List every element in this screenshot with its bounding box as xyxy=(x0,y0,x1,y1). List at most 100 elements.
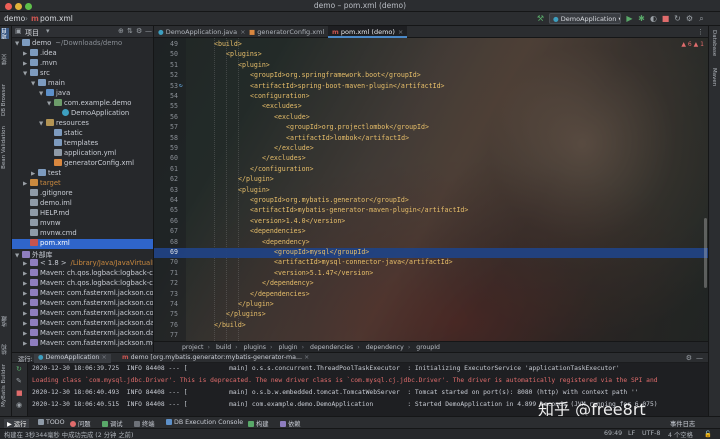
tree-item[interactable]: ▼ com.example.demo xyxy=(12,99,153,109)
code-editor[interactable]: 49 <build> 50 <plugins> 51 <plugin> 52 <groupId… xyxy=(154,38,708,341)
code-line[interactable]: 59 </exclude> xyxy=(154,144,708,154)
tool-window-build[interactable]: 构建 xyxy=(248,419,269,428)
coverage-icon[interactable]: ◐ xyxy=(648,13,659,24)
tool-tab-database[interactable]: Database xyxy=(711,30,717,56)
breadcrumb-item[interactable]: dependency xyxy=(366,344,404,351)
tab-generator-config[interactable]: ■ generatorConfig.xml× xyxy=(245,26,337,38)
tree-item[interactable]: ▶ test xyxy=(12,169,153,179)
tree-item[interactable]: ▶ Maven: com.fasterxml.jackson.datatyp xyxy=(12,329,153,339)
chevron-right-icon[interactable]: ▶ xyxy=(23,331,30,337)
locate-icon[interactable]: ⊕ xyxy=(118,27,124,35)
tab-demo-application[interactable]: ● DemoApplication.java × xyxy=(154,26,250,38)
tree-item[interactable]: DemoApplication xyxy=(12,109,153,119)
tree-item[interactable]: ▶ .mvn xyxy=(12,59,153,69)
debug-icon[interactable]: ✱ xyxy=(636,13,647,24)
tool-window-todo[interactable]: TODO xyxy=(38,419,65,426)
tool-tab-mybatis-builder[interactable]: MyBatis Builder xyxy=(1,364,7,407)
chevron-right-icon[interactable]: ▶ xyxy=(23,311,30,317)
tool-window-problems[interactable]: 问题 xyxy=(70,419,91,428)
wrench-icon[interactable]: ✎ xyxy=(16,377,22,385)
tree-item[interactable]: application.yml xyxy=(12,149,153,159)
file-encoding[interactable]: UTF-8 xyxy=(642,430,660,437)
code-line[interactable]: 63 <plugin> xyxy=(154,186,708,196)
code-line[interactable]: 65 <artifactId>mybatis-generator-maven-pl… xyxy=(154,206,708,216)
chevron-right-icon[interactable]: ▶ xyxy=(23,271,30,277)
tool-window-terminal[interactable]: 终端 xyxy=(134,419,155,428)
indent-setting[interactable]: 4 个空格 xyxy=(668,430,693,439)
code-line[interactable]: 70 <artifactId>mysql-connector-java</arti… xyxy=(154,258,708,268)
tree-item[interactable]: ▶ Maven: com.fasterxml.jackson.modul xyxy=(12,339,153,349)
breadcrumb-item[interactable]: project xyxy=(182,344,203,351)
code-line[interactable]: 50 <plugins> xyxy=(154,50,708,60)
chevron-right-icon[interactable]: ▶ xyxy=(31,171,38,177)
tree-item[interactable]: ▶ < 1.8 >/Library/Java/JavaVirtualMa xyxy=(12,259,153,269)
close-icon[interactable]: × xyxy=(304,354,309,361)
spring-boot-gutter-icon[interactable]: ↻ xyxy=(179,82,183,89)
tool-window-db-console[interactable]: DB Execution Console xyxy=(166,419,243,426)
line-separator[interactable]: LF xyxy=(628,430,635,437)
code-line[interactable]: 54 <configuration> xyxy=(154,92,708,102)
search-icon[interactable]: ⌕ xyxy=(696,13,707,24)
tree-item[interactable]: generatorConfig.xml xyxy=(12,159,153,169)
chevron-down-icon[interactable]: ▼ xyxy=(15,41,22,47)
code-line[interactable]: 72 </dependency> xyxy=(154,279,708,289)
chevron-down-icon[interactable]: ▾ xyxy=(46,27,50,35)
code-line[interactable]: 55 <excludes> xyxy=(154,102,708,112)
rerun-icon[interactable]: ↻ xyxy=(16,365,22,373)
chevron-down-icon[interactable]: ▼ xyxy=(39,91,46,97)
breadcrumb-item[interactable]: dependencies xyxy=(310,344,353,351)
tool-tab-structure[interactable]: 结构 xyxy=(1,344,9,355)
tree-item[interactable]: templates xyxy=(12,139,153,149)
breadcrumb-item[interactable]: build xyxy=(216,344,231,351)
code-line[interactable]: 53 ↻ <artifactId>spring-boot-maven-plugin<… xyxy=(154,82,708,92)
camera-icon[interactable]: ◉ xyxy=(16,401,22,409)
tab-pom-xml[interactable]: m pom.xml (demo) × xyxy=(328,26,408,38)
chevron-down-icon[interactable]: ▼ xyxy=(23,71,30,77)
tree-item[interactable]: ▼ src xyxy=(12,69,153,79)
tool-tab-commit[interactable]: 提交 xyxy=(1,54,9,65)
code-line[interactable]: 67 <dependencies> xyxy=(154,227,708,237)
tree-item[interactable]: mvnw xyxy=(12,219,153,229)
tree-item[interactable]: pom.xml xyxy=(12,239,153,249)
tree-item[interactable]: ▶ Maven: com.fasterxml.jackson.core:ja xyxy=(12,299,153,309)
nav-crumb-project[interactable]: demo xyxy=(4,14,25,23)
chevron-down-icon[interactable]: ▼ xyxy=(39,121,46,127)
code-line[interactable]: 56 <exclude> xyxy=(154,113,708,123)
build-hammer-icon[interactable]: ⚒ xyxy=(535,13,546,24)
code-line[interactable]: 66 <version>1.4.0</version> xyxy=(154,217,708,227)
code-line[interactable]: 77 xyxy=(154,331,708,341)
tool-tab-project[interactable]: 项目 xyxy=(1,28,9,39)
chevron-right-icon[interactable]: ▶ xyxy=(23,321,30,327)
code-line[interactable]: 73 </dependencies> xyxy=(154,290,708,300)
tree-item[interactable]: ▶ .idea xyxy=(12,49,153,59)
chevron-down-icon[interactable]: ▼ xyxy=(31,81,38,87)
run-configuration-select[interactable]: ● DemoApplication ▾ xyxy=(549,13,621,24)
run-icon[interactable]: ▶ xyxy=(624,13,635,24)
tool-window-event-log[interactable]: 事件日志 xyxy=(670,419,695,428)
tree-item[interactable]: static xyxy=(12,129,153,139)
chevron-right-icon[interactable]: ▶ xyxy=(23,291,30,297)
reload-icon[interactable]: ↻ xyxy=(672,13,683,24)
chevron-right-icon[interactable]: ▶ xyxy=(23,261,30,267)
tree-item[interactable]: ▶ Maven: com.fasterxml.jackson.core:ja xyxy=(12,309,153,319)
status-message[interactable]: 构建在 3秒344毫秒 中成功完成 (2 分钟 之前) xyxy=(4,430,133,439)
chevron-right-icon[interactable]: ▶ xyxy=(23,181,30,187)
problems-badge[interactable]: ▲ 6 ▲ 1 xyxy=(681,41,704,48)
code-line[interactable]: 64 <groupId>org.mybatis.generator</groupI… xyxy=(154,196,708,206)
close-icon[interactable]: × xyxy=(101,354,106,361)
tree-item[interactable]: ▶ Maven: com.fasterxml.jackson.datatyp xyxy=(12,319,153,329)
code-line[interactable]: 49 <build> xyxy=(154,40,708,50)
hide-icon[interactable]: — xyxy=(696,354,703,362)
breadcrumb-item[interactable]: plugin xyxy=(278,344,297,351)
code-line-current[interactable]: 69 <groupId>mysql</groupId> xyxy=(154,248,708,259)
tool-window-run[interactable]: ▶ 运行 xyxy=(4,419,30,428)
chevron-down-icon[interactable]: ▼ xyxy=(47,101,54,107)
code-line[interactable]: 57 <groupId>org.projectlombok</groupId> xyxy=(154,123,708,133)
tree-item[interactable]: ▼ java xyxy=(12,89,153,99)
run-tab-demo-application[interactable]: ● DemoApplication × xyxy=(34,354,111,363)
hide-icon[interactable]: — xyxy=(145,27,152,35)
tree-item[interactable]: ▶ Maven: ch.qos.logback:logback-class xyxy=(12,269,153,279)
settings-icon[interactable]: ⚙ xyxy=(684,13,695,24)
tree-item[interactable]: HELP.md xyxy=(12,209,153,219)
collapse-icon[interactable]: ⇅ xyxy=(127,27,133,35)
